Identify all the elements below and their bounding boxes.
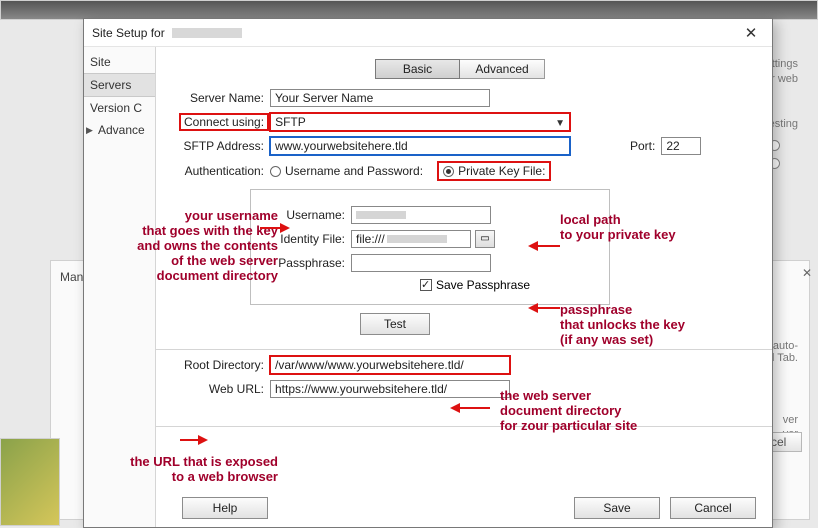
browse-button[interactable]: ▭ — [475, 230, 495, 248]
dialog-footer: Help Save Cancel — [156, 497, 772, 519]
web-url-label: Web URL: — [160, 382, 270, 396]
help-button[interactable]: Help — [182, 497, 268, 519]
server-name-label: Server Name: — [160, 91, 270, 105]
passphrase-label: Passphrase: — [261, 256, 351, 270]
row-passphrase: Passphrase: — [261, 254, 599, 272]
sftp-address-input[interactable]: www.yourwebsitehere.tld — [270, 137, 570, 155]
sidebar: Site Servers Version C ▶ Advance — [84, 47, 156, 527]
row-weburl: Web URL: https://www.yourwebsitehere.tld… — [160, 380, 760, 398]
tab-advanced[interactable]: Advanced — [460, 59, 545, 79]
bg-text-ver: ver — [783, 414, 798, 426]
dialog-title: Site Setup for — [92, 26, 738, 40]
row-auth: Authentication: Username and Password: P… — [160, 161, 760, 181]
cancel-button[interactable]: Cancel — [670, 497, 756, 519]
chevron-right-icon: ▶ — [86, 125, 93, 136]
row-username: Username: — [261, 206, 599, 224]
sidebar-item-version[interactable]: Version C — [84, 97, 155, 119]
connect-using-dropdown[interactable]: SFTP ▼ — [270, 113, 570, 131]
sidebar-item-advanced[interactable]: ▶ Advance — [84, 119, 155, 141]
identity-file-input[interactable]: file:/// — [351, 230, 471, 248]
content-pane: BasicAdvanced Server Name: Your Server N… — [156, 47, 772, 527]
sidebar-item-site[interactable]: Site — [84, 51, 155, 73]
test-button[interactable]: Test — [360, 313, 430, 335]
save-button[interactable]: Save — [574, 497, 660, 519]
bg-close-icon[interactable]: ✕ — [802, 266, 812, 280]
username-label: Username: — [261, 208, 351, 222]
identity-file-redaction — [387, 235, 447, 243]
bg-banner — [0, 0, 818, 20]
auth-radio-userpass[interactable]: Username and Password: — [270, 164, 423, 178]
bg-thumbnail — [0, 438, 60, 526]
row-identity: Identity File: file:/// ▭ — [261, 230, 599, 248]
tab-basic[interactable]: Basic — [375, 59, 460, 79]
save-passphrase-label: Save Passphrase — [436, 278, 530, 292]
root-dir-label: Root Directory: — [160, 358, 270, 372]
dialog-title-sitename — [172, 28, 242, 38]
close-icon[interactable]: ✕ — [738, 24, 764, 42]
sidebar-item-label: Site — [90, 55, 111, 69]
root-dir-input[interactable]: /var/www/www.yourwebsitehere.tld/ — [270, 356, 510, 374]
row-root: Root Directory: /var/www/www.yourwebsite… — [160, 356, 760, 374]
sidebar-item-label: Servers — [90, 78, 131, 92]
connect-using-value: SFTP — [275, 115, 306, 129]
dialog-title-text: Site Setup for — [92, 26, 165, 40]
chevron-down-icon: ▼ — [555, 116, 565, 132]
tab-bar: BasicAdvanced — [160, 59, 760, 79]
row-connect: Connect using: SFTP ▼ — [160, 113, 760, 131]
connect-using-label: Connect using: — [180, 114, 268, 130]
web-url-input[interactable]: https://www.yourwebsitehere.tld/ — [270, 380, 510, 398]
port-label: Port: — [630, 139, 661, 153]
row-server-name: Server Name: Your Server Name — [160, 89, 760, 107]
credentials-panel: Username: Identity File: file:/// ▭ Pass… — [250, 189, 610, 305]
radio-icon — [443, 166, 454, 177]
titlebar: Site Setup for ✕ — [84, 19, 772, 47]
sftp-address-label: SFTP Address: — [160, 139, 270, 153]
save-passphrase-checkbox[interactable] — [420, 279, 432, 291]
sidebar-item-label: Version C — [90, 101, 142, 115]
auth-radio-keyfile[interactable]: Private Key File: — [437, 161, 551, 181]
bg-text-web: r web — [771, 73, 798, 85]
sidebar-item-label: Advance — [98, 123, 145, 137]
auth-label: Authentication: — [160, 164, 270, 178]
username-input[interactable] — [351, 206, 491, 224]
port-input[interactable]: 22 — [661, 137, 701, 155]
identity-file-value: file:/// — [356, 232, 385, 246]
sidebar-item-servers[interactable]: Servers — [84, 73, 155, 97]
separator — [156, 426, 772, 427]
row-save-pass: Save Passphrase — [261, 278, 599, 292]
server-name-input[interactable]: Your Server Name — [270, 89, 490, 107]
site-setup-dialog: Site Setup for ✕ Site Servers Version C … — [83, 18, 773, 528]
radio-icon — [270, 166, 281, 177]
identity-file-label: Identity File: — [261, 232, 351, 246]
row-address: SFTP Address: www.yourwebsitehere.tld Po… — [160, 137, 760, 155]
auth-radio-label: Private Key File: — [458, 164, 545, 178]
auth-radio-label: Username and Password: — [285, 164, 423, 178]
passphrase-input[interactable] — [351, 254, 491, 272]
test-wrap: Test — [360, 313, 760, 335]
separator — [156, 349, 772, 350]
